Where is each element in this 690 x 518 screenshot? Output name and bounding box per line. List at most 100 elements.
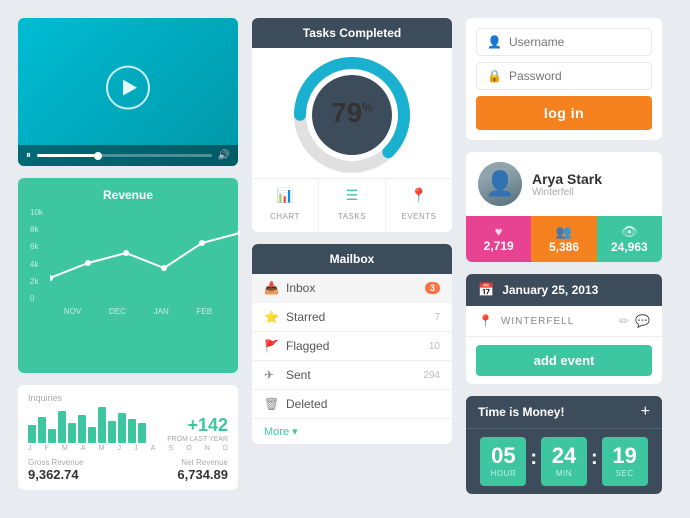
bar-x-labels: JFMAMJJASOND [28,445,228,452]
inquiries-label: Inquiries [28,393,228,403]
mail-more[interactable]: More ▾ [252,419,452,444]
edit-icons: ✏ 💬 [619,314,650,328]
colon-2: : [591,447,598,476]
profile-name: Arya Stark [532,171,602,187]
line-chart [50,208,240,303]
timer-add-icon[interactable]: + [641,403,650,421]
bar-3 [48,429,56,443]
mail-item-starred[interactable]: ⭐ Starred 7 [252,303,452,332]
users-icon: 👥 [535,224,592,240]
location-icon: 📍 [478,314,493,328]
flagged-label: Flagged [286,339,421,353]
mail-item-sent[interactable]: ✈ Sent 294 [252,361,452,390]
bar-chart [28,407,161,443]
video-player: ⏸ 🔊 [18,18,238,166]
mail-item-deleted[interactable]: 🗑 Deleted [252,390,452,419]
bar-11 [128,419,136,443]
password-field: 🔒 [476,62,652,90]
bar-12 [138,423,146,443]
login-button[interactable]: log in [476,96,652,130]
hours-value: 05 [490,445,516,467]
eye-icon: 👁 [601,224,658,240]
starred-count: 7 [434,312,440,323]
mail-item-inbox[interactable]: 📥 Inbox 3 [252,274,452,303]
video-controls: ⏸ 🔊 [18,145,238,166]
mail-item-flagged[interactable]: 🚩 Flagged 10 [252,332,452,361]
bar-10 [118,413,126,443]
profile-location: Winterfell [532,187,602,198]
flagged-icon: 🚩 [264,339,278,353]
chart-tab-label: CHART [270,212,300,221]
starred-label: Starred [286,310,426,324]
minutes-value: 24 [551,445,577,467]
add-event-button[interactable]: add event [476,345,652,376]
hours-label: HOUR [490,469,516,478]
username-field: 👤 [476,28,652,56]
inbox-label: Inbox [286,281,417,295]
timer-title: Time is Money! [478,405,564,419]
location-text: WINTERFELL [501,316,611,327]
flagged-count: 10 [429,341,440,352]
pstat-views[interactable]: 👁 24,963 [597,216,662,262]
tab-chart[interactable]: 📊 CHART [252,179,319,232]
avatar [478,162,522,206]
bar-6 [78,415,86,443]
colon-1: : [530,447,537,476]
username-input[interactable] [509,35,641,49]
minutes-label: MIN [551,469,577,478]
chart-area: 10k 8k 6k 4k 2k 0 [30,208,226,303]
heart-icon: ♥ [470,224,527,239]
timer-minutes: 24 MIN [541,437,587,486]
lock-icon: 🔒 [487,69,501,83]
likes-count: 2,719 [470,239,527,253]
play-button[interactable] [106,66,150,110]
event-header: 📅 January 25, 2013 [466,274,662,306]
timer-body: 05 HOUR : 24 MIN : 19 SEC [466,429,662,494]
net-value: 6,734.89 [177,467,228,482]
progress-bar[interactable] [37,154,212,157]
tab-tasks[interactable]: ☰ TASKS [319,179,386,232]
bar-1 [28,425,36,443]
events-tab-label: EVENTS [401,212,436,221]
calendar-icon: 📅 [478,282,494,298]
tabs-row: 📊 CHART ☰ TASKS 📍 EVENTS [252,178,452,232]
timer-seconds: 19 SEC [602,437,648,486]
revenue-bottom: Gross Revenue 9,362.74 Net Revenue 6,734… [28,458,228,482]
stat-number: +142 [167,415,228,436]
column-2: Tasks Completed 79% 📊 CHART ☰ TASKS 📍 [252,18,452,500]
pstat-followers[interactable]: 👥 5,386 [531,216,596,262]
inbox-icon: 📥 [264,281,278,295]
donut-label: 79% [331,97,373,129]
password-input[interactable] [509,69,641,83]
bar-9 [108,421,116,443]
donut-area: 79% [252,48,452,178]
deleted-label: Deleted [286,397,432,411]
volume-icon[interactable]: 🔊 [218,150,230,161]
tasks-card: Tasks Completed 79% 📊 CHART ☰ TASKS 📍 [252,18,452,232]
seconds-value: 19 [612,445,638,467]
bar-2 [38,417,46,443]
followers-count: 5,386 [535,240,592,254]
net-revenue: Net Revenue 6,734.89 [177,458,228,482]
edit-icon[interactable]: ✏ [619,314,629,328]
column-1: ⏸ 🔊 Revenue 10k 8k 6k 4k 2k 0 [18,18,238,500]
bar-5 [68,423,76,443]
bar-8 [98,407,106,443]
pause-icon[interactable]: ⏸ [26,150,31,161]
gross-value: 9,362.74 [28,467,84,482]
login-card: 👤 🔒 log in [466,18,662,140]
stat-badge: +142 FROM LAST YEAR [167,415,228,443]
tasks-icon: ☰ [323,187,381,204]
profile-stats: ♥ 2,719 👥 5,386 👁 24,963 [466,216,662,262]
event-card: 📅 January 25, 2013 📍 WINTERFELL ✏ 💬 add … [466,274,662,384]
net-label: Net Revenue [177,458,228,467]
views-count: 24,963 [601,240,658,254]
gross-label: Gross Revenue [28,458,84,467]
comment-icon[interactable]: 💬 [635,314,650,328]
seconds-label: SEC [612,469,638,478]
tab-events[interactable]: 📍 EVENTS [386,179,452,232]
profile-top: Arya Stark Winterfell [466,152,662,216]
pstat-likes[interactable]: ♥ 2,719 [466,216,531,262]
revenue-card: Revenue 10k 8k 6k 4k 2k 0 NOV DEC [18,178,238,373]
column-3: 👤 🔒 log in Arya Stark Winterfell ♥ 2,719 [466,18,662,500]
